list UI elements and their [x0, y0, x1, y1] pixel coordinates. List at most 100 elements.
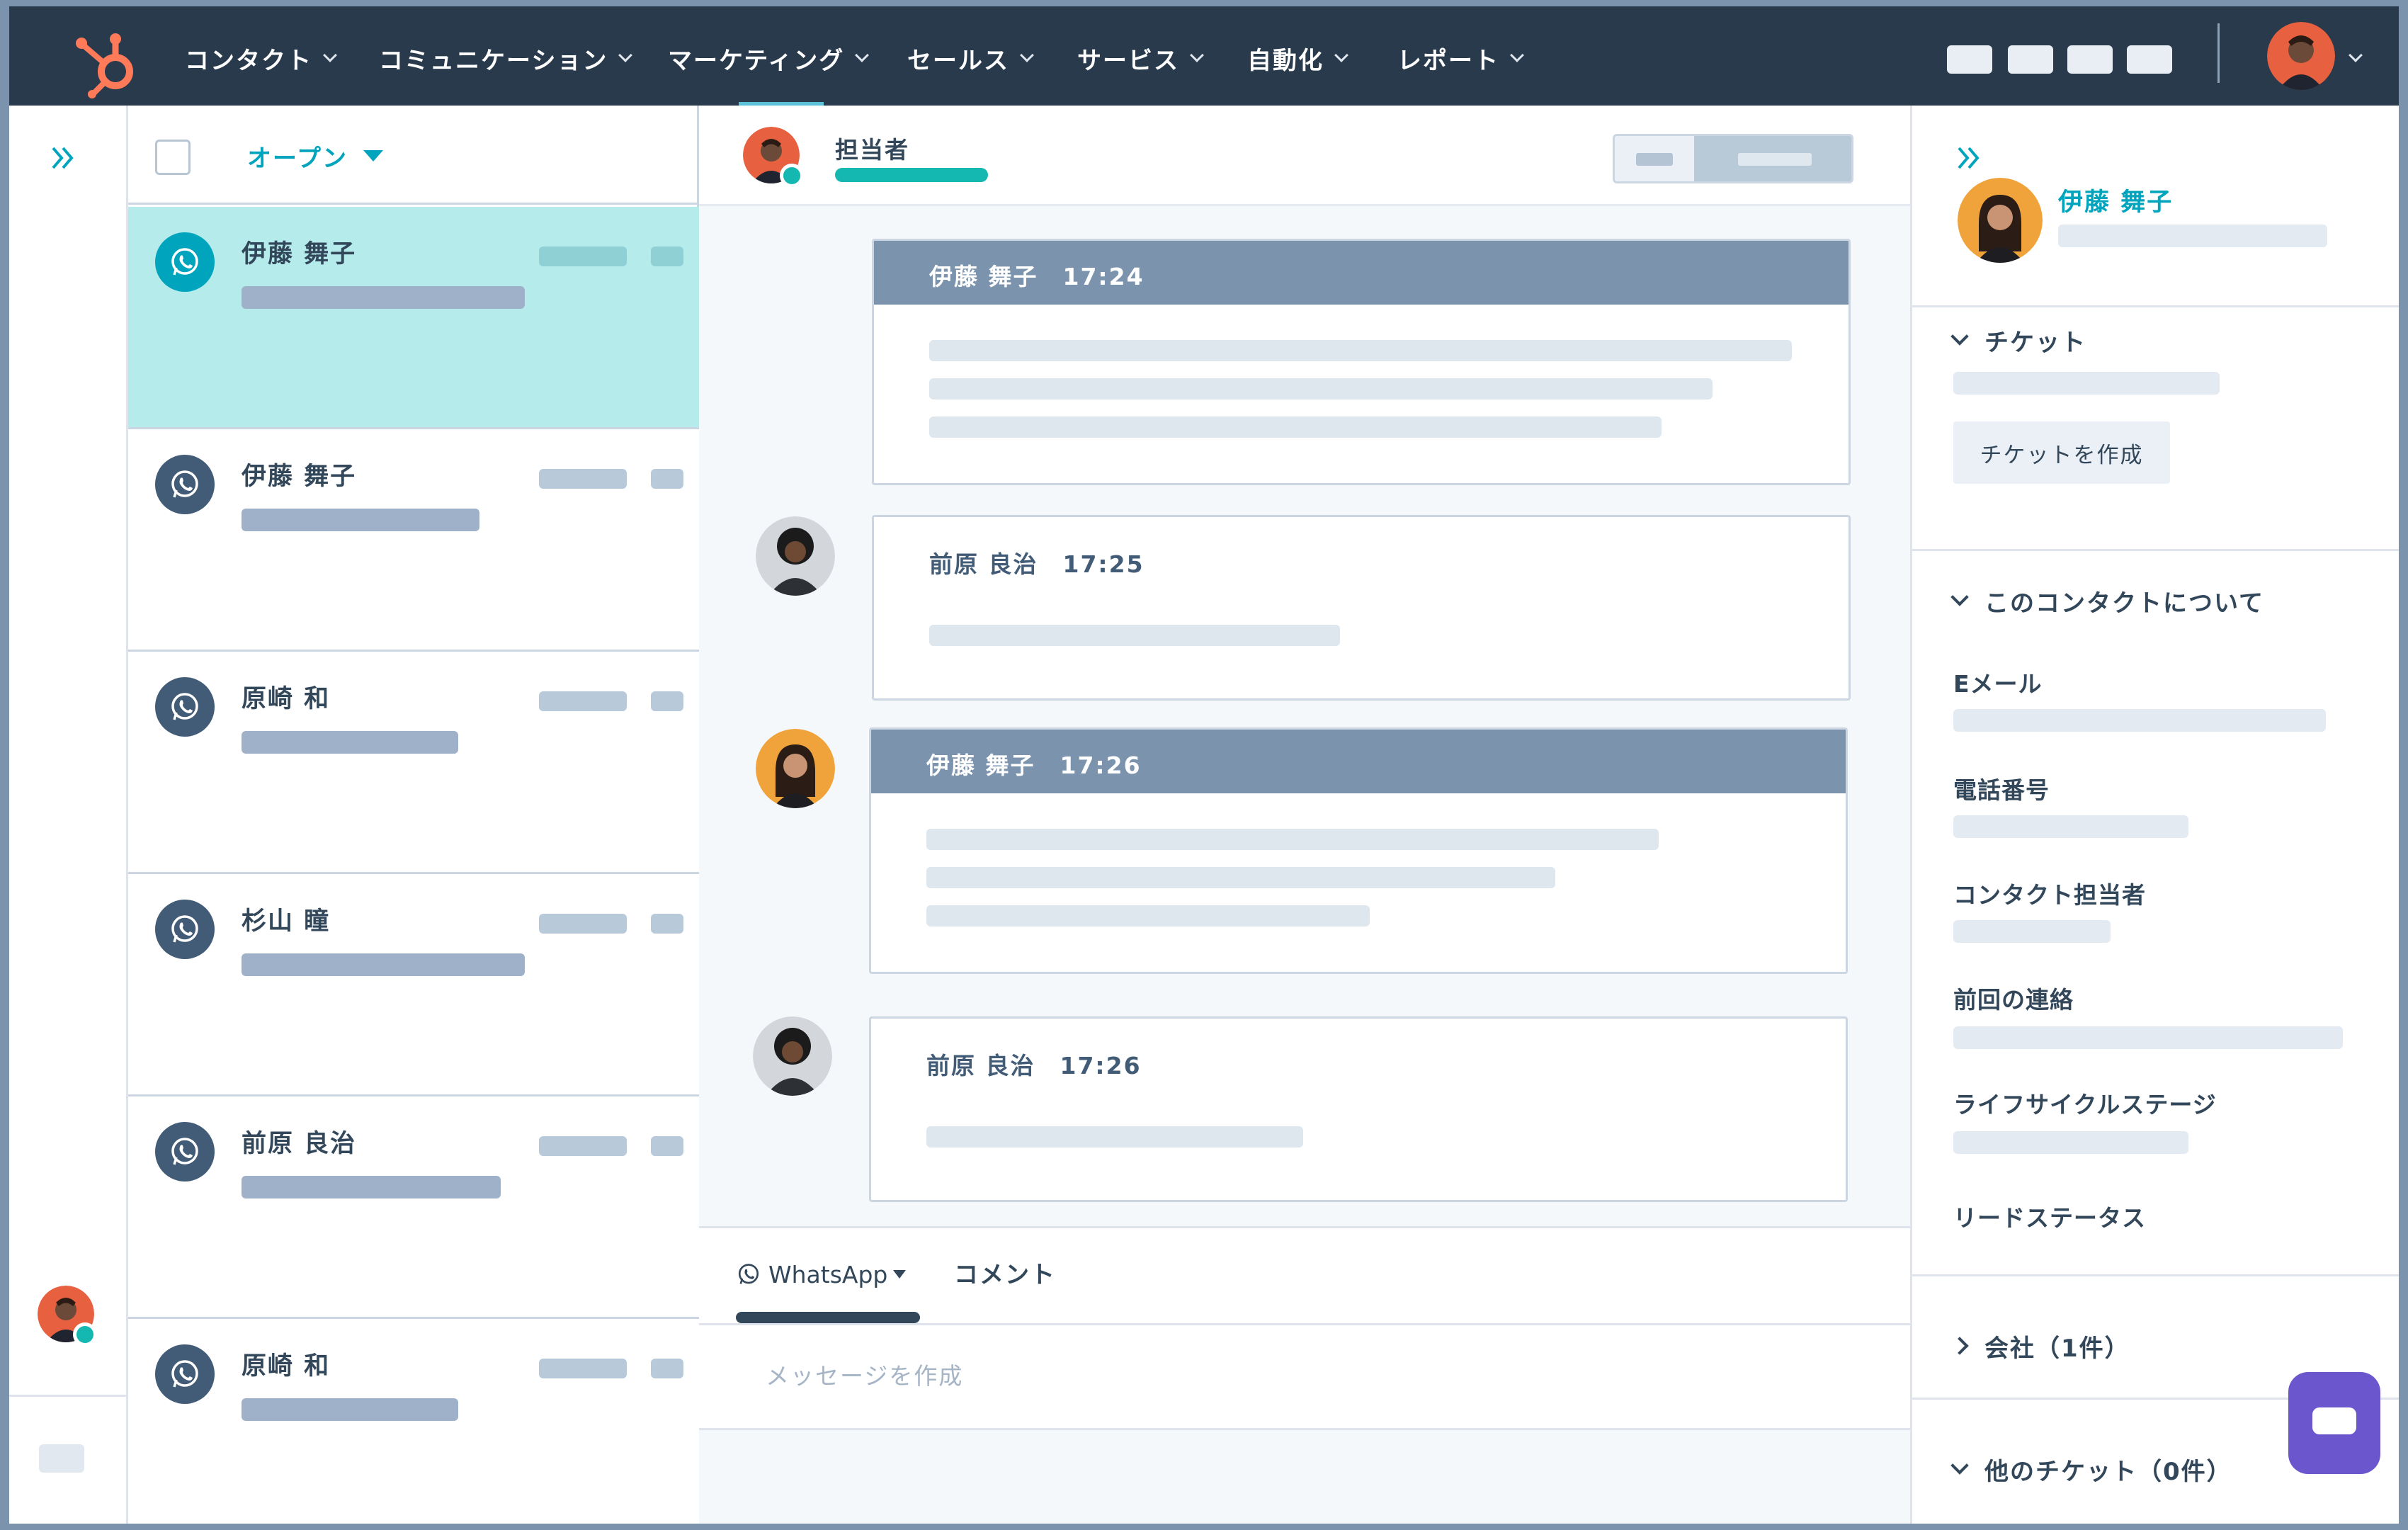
- contact-name: 伊藤 舞子: [242, 240, 357, 268]
- property-value-placeholder[interactable]: [1953, 1026, 2343, 1049]
- nav-service[interactable]: サービス: [1077, 40, 1204, 76]
- rail-utility-button[interactable]: [39, 1444, 84, 1473]
- contact-name: 伊藤 舞子: [242, 463, 357, 491]
- ticket-placeholder: [1953, 372, 2220, 395]
- whatsapp-icon: [155, 900, 215, 959]
- user-avatar[interactable]: [2267, 22, 2335, 90]
- chevron-down-icon: [1510, 48, 1524, 62]
- property-value-placeholder[interactable]: [1953, 815, 2188, 838]
- nav-contacts-label: コンタクト: [185, 46, 312, 75]
- section-company[interactable]: 会社（1件）: [1950, 1328, 2130, 1364]
- message-header: 伊藤 舞子 17:26: [871, 730, 1846, 793]
- section-about-contact[interactable]: このコンタクトについて: [1950, 583, 2264, 618]
- message-card: 伊藤 舞子 17:26: [869, 727, 1848, 974]
- expand-double-chevron-icon[interactable]: [46, 141, 80, 175]
- whatsapp-icon: [155, 1344, 215, 1404]
- caret-down-icon: [893, 1270, 907, 1279]
- property-owner-label: コンタクト担当者: [1953, 881, 2146, 909]
- message-card: 前原 良治 17:26: [869, 1016, 1848, 1202]
- preview-placeholder: [242, 1176, 501, 1198]
- section-tickets[interactable]: チケット: [1950, 322, 2086, 358]
- conversation-item[interactable]: 伊藤 舞子: [128, 207, 699, 429]
- nav-sales[interactable]: セールス: [907, 40, 1034, 76]
- chevron-down-icon: [855, 48, 870, 62]
- preview-placeholder: [242, 953, 525, 976]
- top-navigation: コンタクト コミュニケーション マーケティング セールス サービス 自動化 レポ…: [9, 6, 2399, 106]
- conversation-item[interactable]: 原崎 和: [128, 1319, 699, 1524]
- badge-placeholder: [651, 691, 683, 711]
- chevron-right-icon: [1950, 1337, 1969, 1355]
- message-input[interactable]: メッセージを作成: [766, 1357, 963, 1391]
- nav-automation-label: 自動化: [1247, 46, 1324, 75]
- property-value-placeholder[interactable]: [1953, 920, 2111, 943]
- thread-view-toggle[interactable]: [1613, 134, 1853, 183]
- chevron-down-icon: [1190, 48, 1204, 62]
- sender-avatar: [753, 1016, 832, 1096]
- agent-avatar[interactable]: [38, 1286, 97, 1347]
- chevron-down-icon[interactable]: [2349, 48, 2363, 62]
- chevron-down-icon: [1020, 48, 1034, 62]
- nav-utility-button[interactable]: [2008, 45, 2053, 74]
- badge-placeholder: [651, 246, 683, 266]
- sender-avatar: [756, 516, 835, 596]
- message-sender-time: 前原 良治 17:25: [929, 550, 1145, 578]
- section-other-tickets[interactable]: 他のチケット（0件）: [1950, 1451, 2232, 1487]
- section-about-title: このコンタクトについて: [1984, 589, 2264, 618]
- online-status-dot: [780, 164, 804, 188]
- contact-name-link[interactable]: 伊藤 舞子: [2058, 182, 2173, 218]
- expand-double-chevron-icon[interactable]: [1952, 141, 1986, 175]
- section-tickets-title: チケット: [1984, 328, 2086, 357]
- property-lifecycle-label: ライフサイクルステージ: [1953, 1091, 2217, 1118]
- toggle-option[interactable]: [1615, 136, 1694, 181]
- message-text-placeholder: [929, 378, 1713, 400]
- nav-utility-button[interactable]: [2127, 45, 2172, 74]
- nav-utility-button[interactable]: [2067, 45, 2113, 74]
- caret-down-icon: [363, 150, 383, 162]
- property-value-placeholder[interactable]: [1953, 1131, 2188, 1154]
- contact-name: 杉山 瞳: [242, 907, 331, 936]
- conversation-item[interactable]: 原崎 和: [128, 652, 699, 874]
- active-tab-indicator: [736, 1312, 920, 1323]
- conversation-list-header: オープン: [128, 106, 699, 205]
- contact-subtitle-placeholder: [2058, 225, 2327, 247]
- message-sender-time: 前原 良治 17:26: [926, 1052, 1142, 1080]
- nav-communication[interactable]: コミュニケーション: [379, 40, 633, 76]
- nav-utility-button[interactable]: [1947, 45, 1992, 74]
- message-text-placeholder: [929, 340, 1792, 361]
- toggle-option-active[interactable]: [1694, 136, 1851, 181]
- property-phone-label: 電話番号: [1953, 776, 2050, 804]
- chevron-down-icon: [1950, 327, 1969, 346]
- nav-reports[interactable]: レポート: [1397, 40, 1524, 76]
- thread-header: 担当者: [699, 106, 1910, 206]
- timestamp-placeholder: [539, 1136, 627, 1156]
- section-divider: [1912, 1274, 2399, 1276]
- nav-marketing[interactable]: マーケティング: [668, 40, 870, 76]
- tab-whatsapp[interactable]: WhatsApp: [736, 1257, 907, 1292]
- rail-divider: [9, 1395, 128, 1397]
- select-all-checkbox[interactable]: [155, 140, 191, 175]
- property-value-placeholder[interactable]: [1953, 709, 2326, 732]
- nav-automation[interactable]: 自動化: [1247, 40, 1348, 76]
- timestamp-placeholder: [539, 246, 627, 266]
- chevron-down-icon: [1950, 588, 1969, 606]
- contact-name: 原崎 和: [242, 685, 331, 713]
- owner-name-placeholder: [835, 168, 988, 182]
- chat-widget-button[interactable]: [2288, 1372, 2380, 1474]
- property-last-contact-label: 前回の連絡: [1953, 986, 2074, 1014]
- preview-placeholder: [242, 1398, 458, 1421]
- contact-avatar: [1958, 178, 2043, 263]
- badge-placeholder: [651, 1359, 683, 1378]
- tab-comment[interactable]: コメント: [954, 1255, 1056, 1290]
- message-text-placeholder: [926, 1126, 1303, 1148]
- owner-avatar[interactable]: [743, 127, 804, 188]
- status-filter-dropdown[interactable]: オープン: [247, 138, 383, 174]
- nav-contacts[interactable]: コンタクト: [185, 40, 337, 76]
- conversation-item[interactable]: 杉山 瞳: [128, 874, 699, 1096]
- create-ticket-button[interactable]: チケットを作成: [1953, 421, 2170, 484]
- message-text-placeholder: [926, 829, 1659, 850]
- chevron-down-icon: [323, 48, 337, 62]
- timestamp-placeholder: [539, 914, 627, 934]
- hubspot-logo-icon[interactable]: [72, 28, 142, 98]
- conversation-item[interactable]: 伊藤 舞子: [128, 429, 699, 652]
- conversation-item[interactable]: 前原 良治: [128, 1096, 699, 1319]
